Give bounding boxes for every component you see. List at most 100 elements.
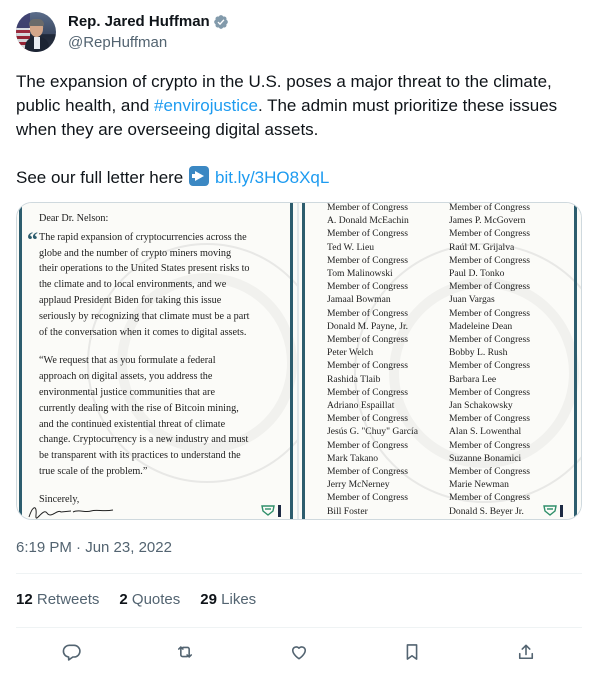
letter-link[interactable]: bit.ly/3HO8XqL [215, 168, 329, 187]
signatory-title: Member of Congress [327, 439, 408, 451]
letter-paragraph-2: “We request that as you formulate a fede… [39, 353, 279, 479]
signatory-title: Member of Congress [327, 413, 408, 425]
author-handle[interactable]: @RepHuffman [68, 33, 229, 53]
committee-logo-icon [543, 505, 557, 516]
signatory-name: Donald S. Beyer Jr. [449, 505, 524, 517]
signatory-entry: Paul D. Tonko Member of Congress [449, 267, 530, 293]
letter-body: “ Dear Dr. Nelson: The rapid expansion o… [27, 211, 279, 508]
letter-p2-line: currently dealing with the rise of Bitco… [39, 402, 239, 414]
retweets-stat[interactable]: 12 Retweets [16, 590, 99, 610]
signatory-entry: Mark Takano Member of Congress [327, 452, 418, 478]
signatory-entry: Suzanne Bonamici Member of Congress [449, 452, 530, 478]
retweets-count: 12 [16, 591, 33, 608]
quote-mark-icon: “ [27, 227, 38, 252]
signatory-name: Jesús G. "Chuy" García [327, 426, 418, 438]
letter-p1-line: globe and the number of crypto miners mo… [39, 247, 232, 259]
signatory-title: Member of Congress [449, 228, 530, 240]
signatory-entry: Jesús G. "Chuy" García Member of Congress [327, 425, 418, 451]
signatory-entry: Raúl M. Grijalva Member of Congress [449, 241, 530, 267]
committee-logo-icon [261, 505, 275, 516]
bookmark-button[interactable] [398, 638, 426, 666]
signatory-title: Member of Congress [449, 413, 530, 425]
signatory-entry: Juan Vargas Member of Congress [449, 293, 530, 319]
signatory-title: Member of Congress [449, 360, 530, 372]
tweet-line-2-post: . The admin must prioritize these issues [257, 96, 558, 115]
signatory-entry: Member of Congress [449, 203, 530, 214]
signatories-column-left: Member of Congress A. Donald McEachin Memb… [327, 203, 418, 519]
signatory-title: Member of Congress [449, 254, 530, 266]
signatory-name: Juan Vargas [449, 294, 495, 306]
author-display-name-row[interactable]: Rep. Jared Huffman [68, 12, 229, 32]
reply-button[interactable] [58, 638, 86, 666]
signatory-entry: Rashida Tlaib Member of Congress [327, 373, 418, 399]
tweet-header: Rep. Jared Huffman @RepHuffman [16, 12, 582, 52]
media-image-signatories[interactable]: Member of Congress A. Donald McEachin Memb… [299, 203, 581, 519]
signatory-title: Member of Congress [327, 466, 408, 478]
signatory-name: Tom Malinowski [327, 268, 393, 280]
quotes-stat[interactable]: 2 Quotes [119, 590, 180, 610]
signature-icon [28, 507, 114, 519]
signatory-title: Member of Congress [449, 386, 530, 398]
tweet-text: The expansion of crypto in the U.S. pose… [16, 70, 582, 190]
media-image-letter[interactable]: “ Dear Dr. Nelson: The rapid expansion o… [17, 203, 299, 519]
right-arrow-emoji-icon [188, 166, 209, 186]
signatory-name: Marie Newman [449, 479, 509, 491]
signatory-name: Barbara Lee [449, 373, 497, 385]
letter-salutation: Dear Dr. Nelson: [39, 213, 109, 224]
author-display-name[interactable]: Rep. Jared Huffman [68, 12, 210, 32]
signatory-entry: Tom Malinowski Member of Congress [327, 267, 418, 293]
signatory-title: Member of Congress [327, 386, 408, 398]
tweet-line-4-pre: See our full letter here [16, 168, 188, 187]
signatory-entry: Adriano Espaillat Member of Congress [327, 399, 418, 425]
letter-p2-line: “We request that as you formulate a fede… [39, 355, 216, 367]
signatory-title: Member of Congress [449, 518, 530, 520]
signatory-entry: Peter Welch Member of Congress [327, 346, 418, 372]
letter-p1-line: their operations to the United States pr… [39, 263, 250, 275]
avatar-hair [29, 19, 44, 26]
tweet-stats: 12 Retweets 2 Quotes 29 Likes [16, 590, 256, 610]
letter-p1-line: The rapid expansion of cryptocurrencies … [39, 231, 247, 243]
signatory-name: Bill Foster [327, 505, 368, 517]
hashtag-link[interactable]: #envirojustice [154, 96, 258, 115]
signatory-name: Jamaal Bowman [327, 294, 391, 306]
signatory-name: Mark Takano [327, 452, 379, 464]
signatory-title: Member of Congress [327, 360, 408, 372]
tweet-timestamp[interactable]: 6:19 PM · Jun 23, 2022 [16, 538, 172, 558]
signatory-title: Member of Congress [327, 307, 408, 319]
signatory-entry: James P. McGovern Member of Congress [449, 214, 530, 240]
signatory-entry: Bobby L. Rush Member of Congress [449, 346, 530, 372]
letter-p1-line: the climate and to local environments, a… [39, 279, 227, 291]
signatory-name: Rashida Tlaib [327, 373, 381, 385]
likes-stat[interactable]: 29 Likes [200, 590, 256, 610]
signatory-title: Member of Congress [327, 281, 408, 293]
author-names: Rep. Jared Huffman @RepHuffman [68, 12, 229, 53]
reply-icon [62, 644, 81, 661]
logo-bar [278, 505, 281, 517]
signatory-title: Member of Congress [327, 203, 408, 213]
quotes-label: Quotes [131, 591, 181, 608]
quotes-count: 2 [119, 591, 128, 608]
tweet-media[interactable]: “ Dear Dr. Nelson: The rapid expansion o… [16, 202, 582, 520]
letter-p2-line: and the continued existential threat of … [39, 418, 226, 430]
letter-p2-line: approach on digital assets, you address … [39, 371, 213, 383]
retweet-button[interactable] [171, 638, 199, 666]
signatory-entry: Ted W. Lieu Member of Congress [327, 241, 418, 267]
signatory-name: Raúl M. Grijalva [449, 241, 515, 253]
verified-badge-icon [213, 15, 228, 29]
signatory-title: Member of Congress [449, 281, 530, 293]
like-icon [291, 646, 307, 660]
retweets-label: Retweets [36, 591, 100, 608]
signatory-name: Peter Welch [327, 347, 374, 359]
signatory-entry: Barbara Lee Member of Congress [449, 373, 530, 399]
signatory-title: Member of Congress [449, 203, 530, 213]
signatory-title: Member of Congress [327, 254, 408, 266]
tweet-line-2: public health, and #envirojustice. The a… [16, 94, 582, 118]
signatories-column-right: Member of Congress James P. McGovern Membe… [449, 203, 530, 519]
avatar[interactable] [16, 12, 56, 52]
like-button[interactable] [285, 638, 313, 666]
signatory-name: James P. McGovern [449, 215, 526, 227]
letter-p2-line: be transparent with its practices to und… [39, 450, 241, 462]
share-button[interactable] [512, 638, 540, 666]
letter-p2-line: environmental justice communities that a… [39, 386, 215, 398]
signatory-name: Adriano Espaillat [327, 400, 395, 412]
